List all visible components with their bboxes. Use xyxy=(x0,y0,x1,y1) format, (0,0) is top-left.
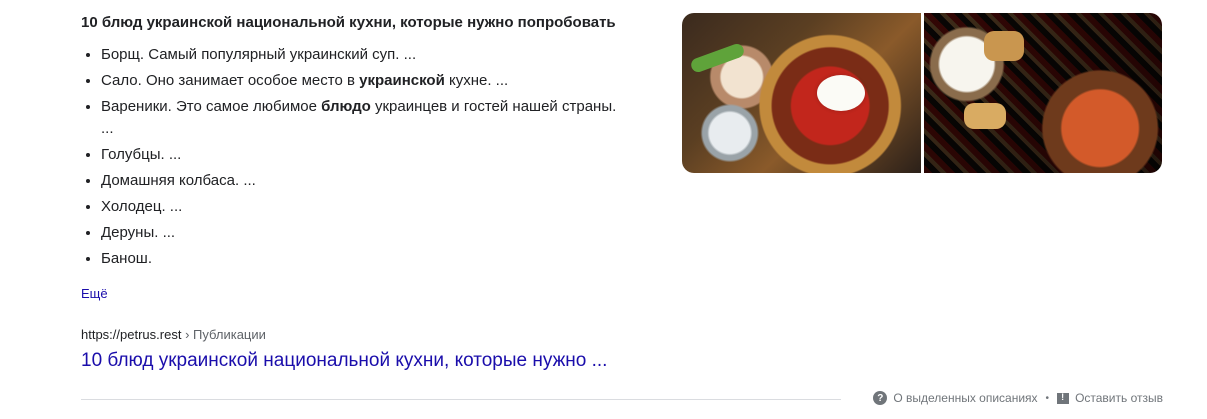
about-featured-snippets-link[interactable]: ? О выделенных описаниях xyxy=(873,391,1038,405)
feedback-link[interactable]: Оставить отзыв xyxy=(1057,391,1163,405)
list-item: Холодец. ... xyxy=(101,196,631,218)
bread-decoration xyxy=(963,103,1006,129)
list-item: Борщ. Самый популярный украинский суп. .… xyxy=(101,44,631,66)
footer-dot: • xyxy=(1045,392,1050,404)
list-item: Сало. Оно занимает особое место в украин… xyxy=(101,70,631,92)
snippet-footer: ? О выделенных описаниях • Оставить отзы… xyxy=(873,391,1163,405)
feedback-icon xyxy=(1057,392,1070,404)
list-item: Деруны. ... xyxy=(101,222,631,244)
borscht-image[interactable] xyxy=(682,13,921,173)
list-item: Вареники. Это самое любимое блюдо украин… xyxy=(101,96,631,140)
snippet-images xyxy=(682,13,1162,173)
table-spread-image[interactable] xyxy=(923,13,1162,173)
snippet-list: Борщ. Самый популярный украинский суп. .… xyxy=(81,44,631,274)
greens-decoration xyxy=(689,42,746,74)
help-circle-icon: ? xyxy=(873,391,888,405)
result-url: https://petrus.rest xyxy=(81,327,182,342)
about-label: О выделенных описаниях xyxy=(893,391,1038,405)
snippet-title: 10 блюд украинской национальной кухни, к… xyxy=(81,14,616,31)
feedback-label: Оставить отзыв xyxy=(1075,391,1163,405)
list-item: Голубцы. ... xyxy=(101,144,631,166)
breadcrumb-separator: › xyxy=(185,327,190,342)
sour-cream-decoration xyxy=(817,75,865,111)
bread-decoration xyxy=(983,31,1024,61)
more-link[interactable]: Ещё xyxy=(81,286,108,301)
list-item: Домашняя колбаса. ... xyxy=(101,170,631,192)
breadcrumb: Публикации xyxy=(193,327,266,342)
list-item: Банош. xyxy=(101,248,631,270)
result-citation: https://petrus.rest › Публикации xyxy=(81,327,266,342)
divider xyxy=(81,399,841,400)
result-title-link[interactable]: 10 блюд украинской национальной кухни, к… xyxy=(81,350,607,372)
